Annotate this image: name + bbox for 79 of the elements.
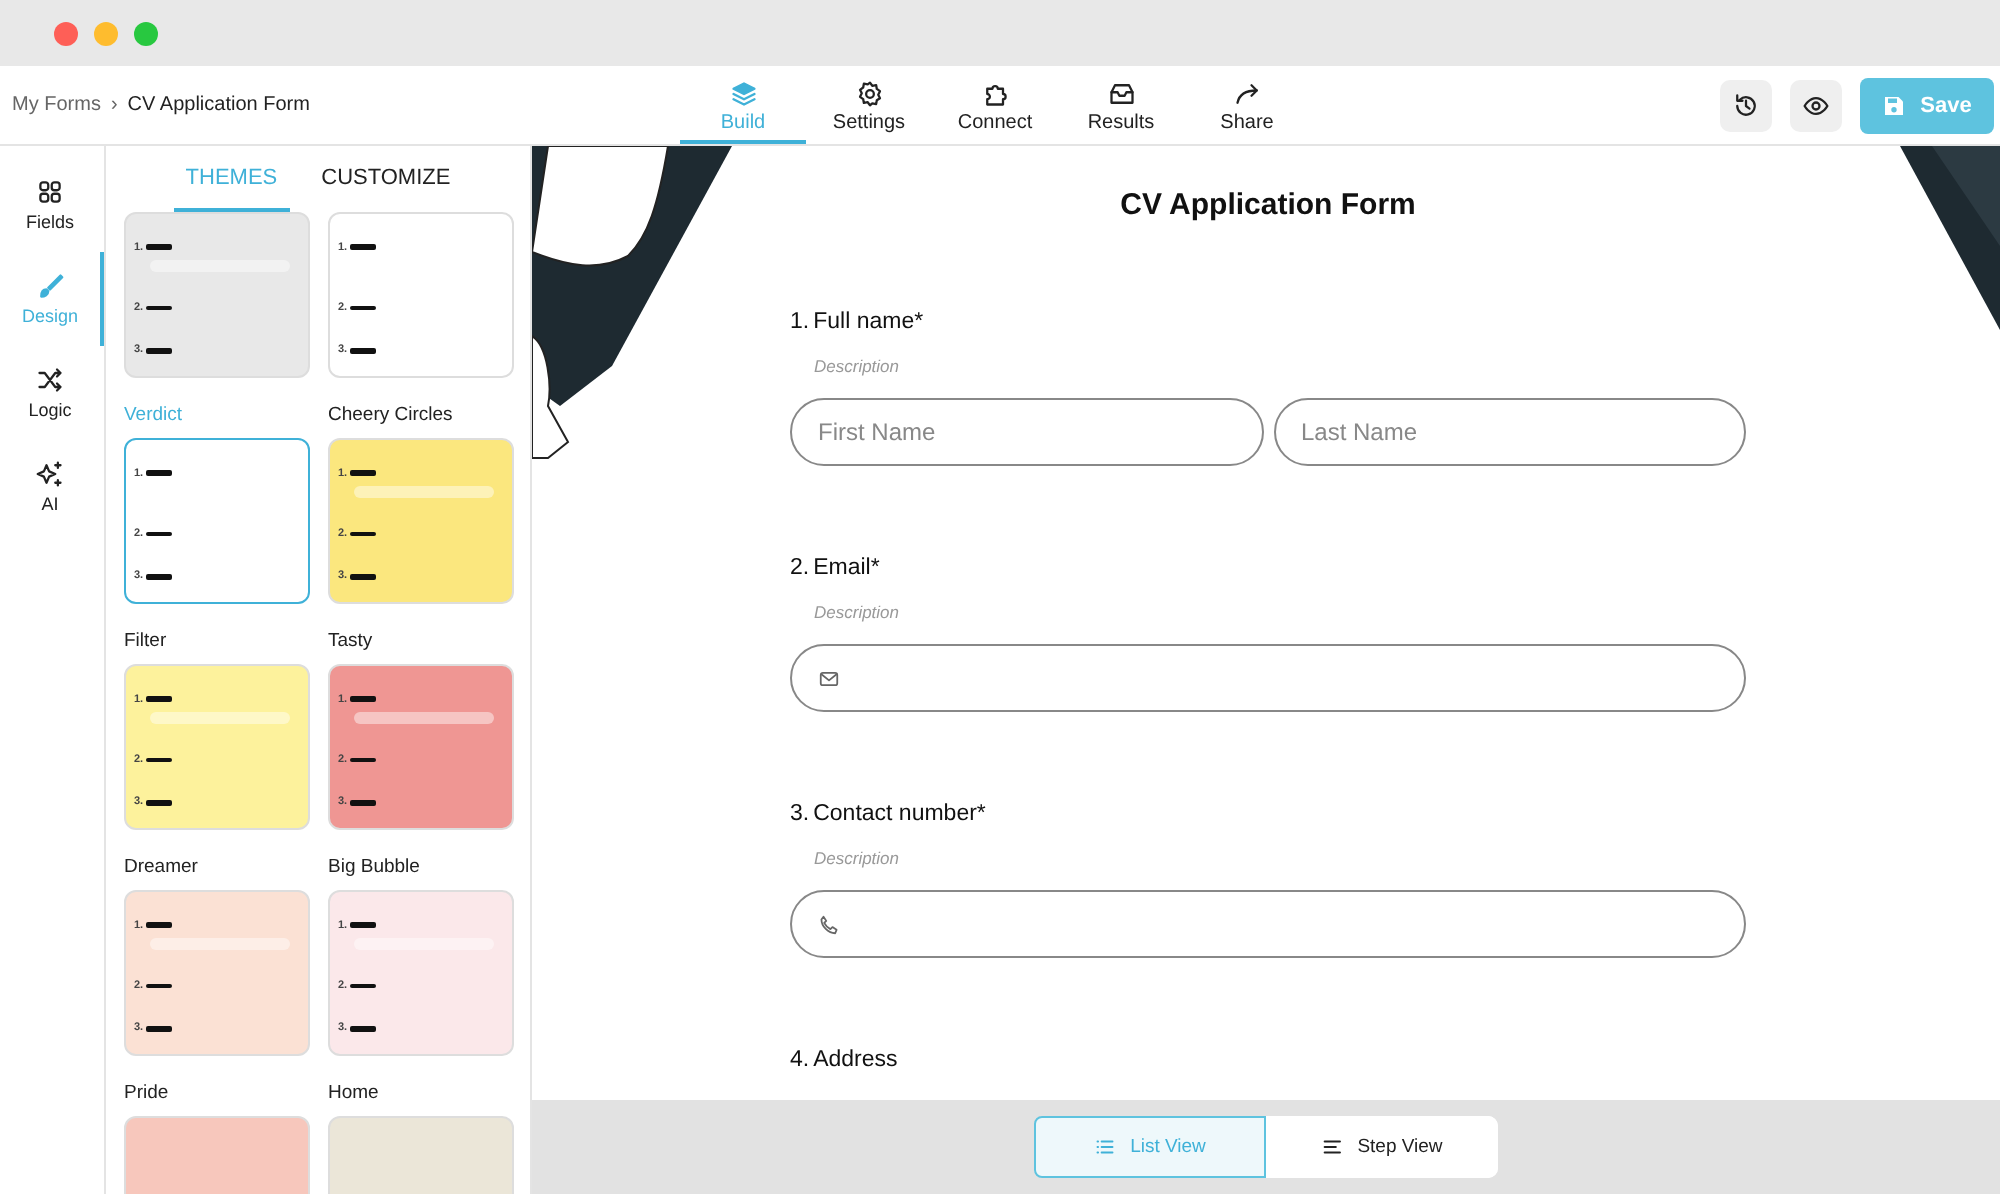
line-dash <box>145 696 172 702</box>
theme-name: Filter <box>124 628 169 656</box>
line-dash <box>349 800 376 806</box>
nav-tab[interactable]: Settings <box>806 66 932 144</box>
list-icon <box>1094 1136 1117 1158</box>
input-field[interactable]: Last Name <box>1273 398 1746 466</box>
question-number: 2. <box>790 554 810 584</box>
line-dash <box>145 531 172 537</box>
shuffle-icon <box>36 366 64 394</box>
envelope-icon <box>818 667 840 689</box>
line-dash <box>349 696 376 702</box>
line-dash <box>145 800 172 806</box>
line-dash <box>349 531 376 537</box>
line-dash <box>349 470 376 476</box>
line-dash <box>145 1026 172 1032</box>
line-dash <box>145 305 172 311</box>
close-window-control[interactable] <box>54 21 78 45</box>
lines-icon <box>1321 1136 1344 1158</box>
line-dash <box>145 348 172 354</box>
phone-icon <box>818 913 840 935</box>
question-label: Email* <box>813 554 880 584</box>
breadcrumb-separator: › <box>110 94 118 116</box>
eye-icon <box>1802 91 1830 119</box>
line-dash <box>349 244 376 250</box>
breadcrumb-current: CV Application Form <box>127 94 310 116</box>
line-dash <box>349 1026 376 1032</box>
sidebar-tab[interactable]: AI <box>0 440 104 534</box>
question-label: Full name* <box>813 308 924 338</box>
input-field[interactable] <box>790 644 1746 712</box>
question-number: 4. <box>790 1046 810 1076</box>
puzzle-icon <box>981 79 1009 107</box>
sidebar-tab[interactable]: Fields <box>0 158 104 252</box>
line-dash <box>349 983 376 989</box>
line-dash <box>145 983 172 989</box>
minimize-window-control[interactable] <box>94 21 118 45</box>
theme-name: Pride <box>124 1080 171 1108</box>
question-description: Description <box>814 846 902 872</box>
question-description: Description <box>814 354 902 380</box>
line-dash <box>145 757 172 763</box>
share-arrow-icon <box>1233 79 1261 107</box>
theme-name: Big Bubble <box>328 854 422 882</box>
line-dash <box>145 244 172 250</box>
theme-name: Tasty <box>328 628 375 656</box>
preview-button[interactable] <box>1790 79 1842 131</box>
grid-icon <box>36 178 64 206</box>
question-number: 1. <box>790 308 810 338</box>
question-number: 3. <box>790 800 810 830</box>
brush-icon <box>36 272 64 300</box>
sidebar-tab[interactable]: Logic <box>0 346 104 440</box>
panel-tab[interactable]: CUSTOMIZE <box>309 146 463 212</box>
line-dash <box>349 757 376 763</box>
form-title: CV Application Form <box>1118 186 1418 226</box>
nav-tab[interactable]: Results <box>1058 66 1184 144</box>
history-icon <box>1732 91 1760 119</box>
theme-name: Cheery Circles <box>328 402 455 430</box>
line-dash <box>349 922 376 928</box>
maximize-window-control[interactable] <box>134 21 158 45</box>
theme-name: Home <box>328 1080 381 1108</box>
inbox-icon <box>1107 79 1135 107</box>
layers-icon <box>729 79 757 107</box>
input-field[interactable]: First Name <box>790 398 1263 466</box>
line-dash <box>349 348 376 354</box>
question-label: Address <box>813 1046 898 1076</box>
settings-icon <box>855 79 883 107</box>
line-dash <box>349 305 376 311</box>
question-label: Contact number* <box>813 800 986 830</box>
theme-name: Dreamer <box>124 854 200 882</box>
line-dash <box>145 470 172 476</box>
input-field[interactable] <box>790 890 1746 958</box>
line-dash <box>145 922 172 928</box>
theme-name: Verdict <box>124 402 185 430</box>
nav-tab[interactable]: Share <box>1184 66 1310 144</box>
nav-tab[interactable]: Connect <box>932 66 1058 144</box>
line-dash <box>145 574 172 580</box>
sparkle-icon <box>36 460 64 488</box>
history-button[interactable] <box>1720 79 1772 131</box>
line-dash <box>349 574 376 580</box>
question-description: Description <box>814 600 902 626</box>
breadcrumb-link[interactable]: My Forms <box>12 94 101 116</box>
